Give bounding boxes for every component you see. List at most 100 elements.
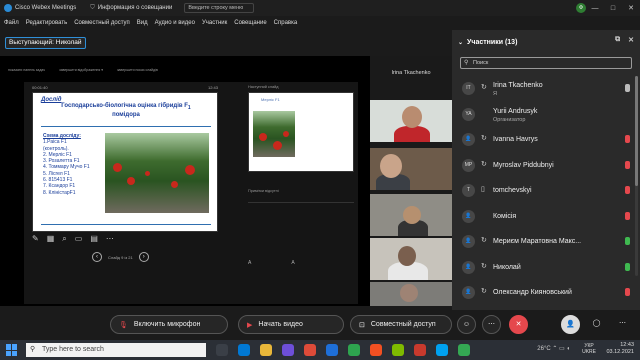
chat-icon[interactable]: ◯ xyxy=(587,315,606,334)
video-tile[interactable] xyxy=(370,282,452,306)
menu-view[interactable]: Вид xyxy=(137,20,148,26)
windows-start-icon[interactable] xyxy=(6,344,18,356)
mic-muted-icon[interactable] xyxy=(625,186,630,194)
menu-file[interactable]: Файл xyxy=(4,20,19,26)
app-icon[interactable] xyxy=(458,344,470,356)
mic-muted-icon[interactable] xyxy=(625,288,630,296)
mic-muted-icon[interactable] xyxy=(625,211,630,220)
task-view-icon[interactable] xyxy=(216,344,228,356)
previous-slide-button[interactable]: ‹ xyxy=(92,252,102,262)
user-avatar[interactable]: Ф xyxy=(576,3,586,13)
menu-search-input[interactable]: Введите строку меню xyxy=(184,3,255,13)
subtitles-icon[interactable]: ▤ xyxy=(90,234,98,244)
word-icon[interactable] xyxy=(326,344,338,356)
video-tile[interactable] xyxy=(370,148,452,190)
edge-icon[interactable] xyxy=(238,344,250,356)
clock[interactable]: 12:43 03.12.2021 xyxy=(606,342,634,356)
participant-search-input[interactable]: ⚲ Поиск xyxy=(460,57,632,69)
menu-edit[interactable]: Редактировать xyxy=(26,20,67,26)
participant-row[interactable]: 👤 ↻ Ivanna Havrys xyxy=(460,127,636,153)
popout-icon[interactable]: ⧉ xyxy=(615,36,620,44)
mic-active-icon[interactable] xyxy=(625,262,630,271)
avatar: IT xyxy=(462,82,475,95)
video-off-icon: ▶ xyxy=(247,321,253,329)
monitor-icon[interactable]: ▭ xyxy=(75,234,83,244)
avatar: YA xyxy=(462,107,475,121)
reactions-icon[interactable]: ☺ xyxy=(457,315,476,334)
participant-row[interactable]: 👤 ↻ Николай xyxy=(460,255,636,281)
video-tile[interactable] xyxy=(370,238,452,280)
participant-row[interactable]: IT ↻ Irina Tkachenko Я xyxy=(460,76,636,102)
participants-title: Участники (13) xyxy=(467,38,518,46)
participant-row[interactable]: 👤 ↻ Олександр Кияновський xyxy=(460,280,636,306)
avatar: 👤 xyxy=(462,235,475,248)
participant-name: Myroslav Piddubnyi xyxy=(493,161,554,169)
presenter-view: 00:01:40 12:43 Дослід Господарсько-біоло… xyxy=(24,82,358,304)
participant-row[interactable]: 👤 ↻ Мериєм Маратовна Макс... xyxy=(460,229,636,255)
maximize-button[interactable]: □ xyxy=(604,5,622,12)
close-panel-icon[interactable]: ✕ xyxy=(628,36,634,44)
close-window-button[interactable]: ✕ xyxy=(622,4,640,12)
webex-taskbar-icon[interactable] xyxy=(436,344,448,356)
start-video-button[interactable]: ▶ Начать видео xyxy=(238,315,344,334)
menu-participant[interactable]: Участник xyxy=(202,20,227,26)
increase-font-icon[interactable]: A xyxy=(291,260,294,266)
share-button[interactable]: ⊡ Совместный доступ xyxy=(350,315,452,334)
zoom-icon[interactable]: ⌕ xyxy=(62,234,66,244)
end-display-button[interactable]: завершити відображення ▾ xyxy=(59,68,103,76)
participants-list: IT ↻ Irina Tkachenko Я YA Yurii Andrusyk… xyxy=(460,76,636,306)
video-tile[interactable] xyxy=(370,194,452,236)
mic-muted-icon[interactable] xyxy=(625,160,630,169)
powerpoint-icon[interactable] xyxy=(370,344,382,356)
language-indicator[interactable]: УКР UKRE xyxy=(582,343,596,355)
more-options-button[interactable]: ⋯ xyxy=(482,315,501,334)
menu-bar: Файл Редактировать Совместный доступ Вид… xyxy=(0,16,640,29)
search-icon: ⚲ xyxy=(464,60,469,66)
next-slide-label: Наступний слайд xyxy=(248,85,279,89)
video-tile-name: Irina Tkachenko xyxy=(391,70,431,76)
excel-icon[interactable] xyxy=(348,344,360,356)
end-slideshow-button[interactable]: завершити показ слайдів xyxy=(117,68,158,76)
system-tray-icons[interactable]: 26°C ⌃ ▭ ◖ xyxy=(537,345,570,352)
more-options-icon[interactable]: ⋯ xyxy=(106,234,114,244)
minimize-button[interactable]: — xyxy=(586,5,604,12)
participant-name: Мериєм Маратовна Макс... xyxy=(493,238,582,245)
mic-muted-icon[interactable] xyxy=(625,135,630,143)
shield-icon[interactable]: ⛉ xyxy=(90,5,95,12)
menu-help[interactable]: Справка xyxy=(274,20,298,26)
mic-icon[interactable] xyxy=(625,84,630,92)
unmute-button[interactable]: 🎙 Включить микрофон xyxy=(110,315,228,334)
share-screen-icon: ⊡ xyxy=(359,321,365,329)
call-status-icon: ↻ xyxy=(481,160,487,168)
leave-meeting-button[interactable]: ✕ xyxy=(509,315,528,334)
next-slide-preview[interactable]: Мерліс F1 xyxy=(248,92,354,172)
avatar: 👤 xyxy=(462,133,475,146)
app-icon[interactable] xyxy=(392,344,404,356)
pen-icon[interactable]: ✎ xyxy=(32,234,39,244)
shared-content-area[interactable]: показати панель задач завершити відображ… xyxy=(0,56,370,306)
next-slide-button[interactable]: › xyxy=(138,252,149,262)
video-tile[interactable] xyxy=(370,100,452,142)
participants-toggle-icon[interactable]: 👤 xyxy=(561,315,580,334)
chrome-icon[interactable] xyxy=(304,344,316,356)
collapse-chevron-icon[interactable]: ⌄ xyxy=(458,39,463,46)
mic-active-icon[interactable] xyxy=(625,237,630,245)
more-panels-icon[interactable]: ⋯ xyxy=(613,315,632,334)
meeting-info-link[interactable]: Информация о совещании xyxy=(98,5,173,11)
menu-share[interactable]: Совместный доступ xyxy=(74,20,130,26)
viber-icon[interactable] xyxy=(282,344,294,356)
search-icon: ⚲ xyxy=(30,346,36,353)
participant-row[interactable]: MP ↻ Myroslav Piddubnyi xyxy=(460,153,636,179)
participant-row[interactable]: T ▯ tomchevskyi xyxy=(460,178,636,204)
taskbar-search-input[interactable]: ⚲ Type here to search xyxy=(26,343,206,357)
file-explorer-icon[interactable] xyxy=(260,344,272,356)
menu-meeting[interactable]: Совещание xyxy=(234,20,266,26)
menu-audio-video[interactable]: Аудио и видео xyxy=(155,20,195,26)
grid-icon[interactable]: ▦ xyxy=(47,234,55,244)
acrobat-icon[interactable] xyxy=(414,344,426,356)
show-taskbar-button[interactable]: показати панель задач xyxy=(8,68,45,76)
participant-row[interactable]: YA Yurii Andrusyk Организатор xyxy=(460,102,636,128)
decrease-font-icon[interactable]: A xyxy=(248,260,251,266)
avatar: MP xyxy=(462,158,475,172)
participant-row[interactable]: 👤 Комісія xyxy=(460,204,636,230)
